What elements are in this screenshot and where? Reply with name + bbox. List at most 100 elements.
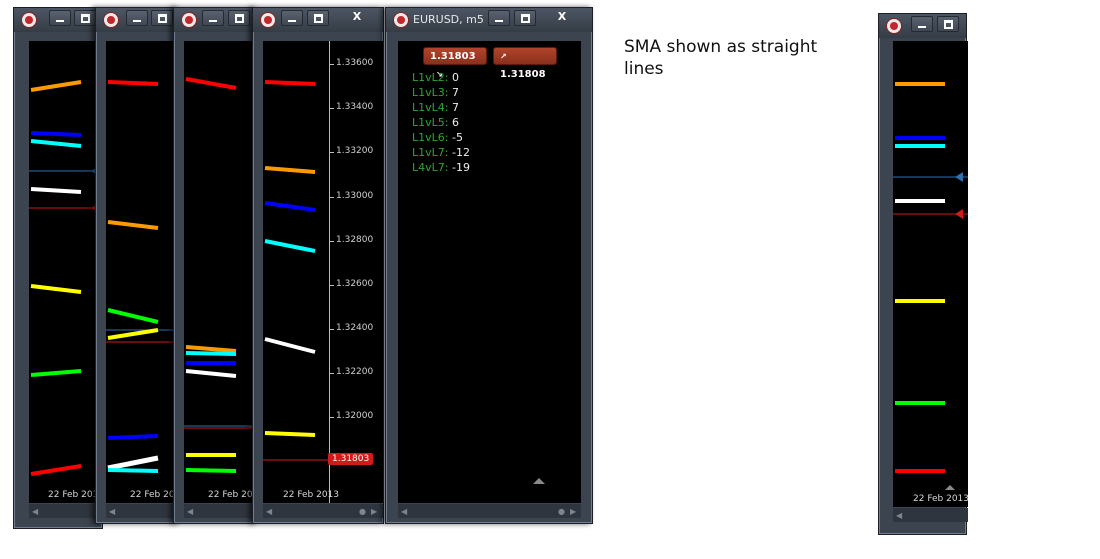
scroll-left-icon[interactable]: ◀ — [187, 507, 193, 516]
maximize-button[interactable] — [937, 16, 959, 32]
price-axis[interactable]: 1.33600 1.33400 1.33200 1.33000 1.32800 … — [328, 41, 383, 503]
sma-yellow — [30, 284, 82, 294]
maximize-button[interactable] — [228, 10, 250, 26]
chart-canvas[interactable]: 1.31803 ↘ ↗ 1.31808 L1vL2: 0 L1vL3: 7 L1… — [398, 41, 581, 503]
app-icon — [260, 12, 276, 28]
sma-orange — [264, 166, 316, 174]
title-bar[interactable] — [14, 8, 102, 32]
maximize-button[interactable] — [514, 10, 536, 26]
tick-mark — [330, 152, 334, 153]
horizontal-scrollbar[interactable]: ◀ — [893, 508, 968, 522]
tick-mark — [330, 241, 334, 242]
chart-canvas[interactable] — [263, 41, 329, 503]
triangle-marker-icon — [945, 485, 955, 490]
price-tick: 1.32000 — [336, 411, 374, 421]
chart-window-6[interactable]: 22 Feb 2013 ◀ — [878, 13, 970, 535]
app-icon — [21, 12, 37, 28]
scroll-left-icon[interactable]: ◀ — [266, 507, 272, 516]
sma-cyan — [264, 239, 316, 253]
tick-mark — [330, 373, 334, 374]
minimize-button[interactable] — [488, 10, 510, 26]
tick-mark — [330, 285, 334, 286]
sma-red — [185, 77, 237, 90]
chart-canvas[interactable] — [184, 41, 259, 503]
minimize-button[interactable] — [49, 10, 71, 26]
sma-orange — [30, 80, 82, 92]
annotation-text: SMA shown as straight lines — [624, 37, 818, 79]
chart-window-4[interactable]: X 1.33600 1.33400 1.33200 1.33000 1.3280… — [252, 7, 384, 524]
sma-blue — [264, 201, 316, 212]
close-button[interactable]: X — [345, 10, 369, 26]
chart-canvas[interactable] — [893, 41, 968, 507]
current-price-label: 1.31803 — [328, 453, 374, 465]
minimize-button[interactable] — [126, 10, 148, 26]
title-bar[interactable] — [879, 14, 966, 38]
scroll-left-icon[interactable]: ◀ — [32, 507, 38, 516]
sma-blue — [30, 131, 82, 137]
price-tick: 1.33400 — [336, 102, 374, 112]
title-bar[interactable]: X — [253, 8, 383, 32]
minimize-button[interactable] — [202, 10, 224, 26]
sma-orange — [185, 345, 237, 353]
tick-mark — [330, 64, 334, 65]
sma-lines — [106, 80, 181, 473]
sma-red — [107, 80, 159, 86]
horizontal-scrollbar[interactable]: ◀ — [29, 504, 104, 518]
horizontal-scrollbar[interactable]: ◀ — [184, 504, 259, 518]
scroll-left-icon[interactable]: ◀ — [109, 507, 115, 516]
maximize-button[interactable] — [307, 10, 329, 26]
chart-window-3[interactable]: 22 Feb 2013 ◀ — [173, 7, 264, 524]
sma-white — [107, 455, 159, 471]
scroll-thumb-icon[interactable]: ● — [558, 507, 565, 516]
title-bar[interactable] — [96, 8, 179, 32]
sma-yellow — [107, 328, 159, 340]
horizontal-scrollbar[interactable]: ◀ — [106, 504, 181, 518]
sma-red — [264, 80, 316, 86]
triangle-marker-icon — [533, 478, 545, 484]
minimize-button[interactable] — [911, 16, 933, 32]
tick-mark — [330, 329, 334, 330]
scroll-left-icon[interactable]: ◀ — [401, 507, 407, 516]
date-label: 22 Feb 2013 — [283, 490, 340, 500]
sma-green — [185, 468, 237, 473]
chart-window-eurusd[interactable]: EURUSD, m5 X 1.31803 ↘ ↗ 1.31808 L1vL2: … — [385, 7, 593, 524]
chart-canvas[interactable] — [29, 41, 104, 503]
title-bar[interactable] — [174, 8, 257, 32]
app-icon — [103, 12, 119, 28]
scroll-right-icon[interactable]: ▶ — [371, 507, 377, 516]
scroll-left-icon[interactable]: ◀ — [896, 511, 902, 520]
sma-cyan — [185, 351, 237, 356]
sma-lines — [184, 77, 259, 473]
date-label: 22 Feb 2013 — [913, 494, 970, 504]
sma-yellow — [264, 431, 316, 437]
close-button[interactable]: X — [550, 10, 574, 26]
tick-mark — [330, 417, 334, 418]
app-icon — [886, 18, 902, 34]
ask-marker — [955, 172, 963, 182]
sma-lines — [29, 80, 104, 476]
sma-green — [30, 369, 82, 377]
price-tick: 1.33000 — [336, 191, 374, 201]
price-tick: 1.33600 — [336, 58, 374, 68]
sma-white — [30, 187, 82, 194]
minimize-button[interactable] — [281, 10, 303, 26]
maximize-button[interactable] — [74, 10, 96, 26]
window-title: EURUSD, m5 — [413, 13, 484, 26]
horizontal-scrollbar[interactable]: ◀ ● ▶ — [398, 504, 581, 518]
scroll-thumb-icon[interactable]: ● — [359, 507, 366, 516]
sma-green — [107, 308, 159, 324]
price-tick: 1.33200 — [336, 146, 374, 156]
sma-blue — [107, 434, 159, 440]
sma-cyan — [107, 468, 159, 473]
maximize-button[interactable] — [151, 10, 173, 26]
title-bar[interactable]: EURUSD, m5 X — [386, 8, 592, 32]
app-icon — [393, 12, 409, 28]
bid-marker — [955, 209, 963, 219]
scroll-right-icon[interactable]: ▶ — [570, 507, 576, 516]
chart-window-2[interactable]: 22 Feb 2013 ◀ — [95, 7, 186, 524]
horizontal-scrollbar[interactable]: ◀ ● ▶ — [263, 504, 383, 518]
chart-window-1[interactable]: 22 Feb 2013 ◀ — [13, 7, 104, 529]
sma-lines — [893, 82, 968, 490]
price-tick: 1.32200 — [336, 367, 374, 377]
chart-canvas[interactable] — [106, 41, 181, 503]
